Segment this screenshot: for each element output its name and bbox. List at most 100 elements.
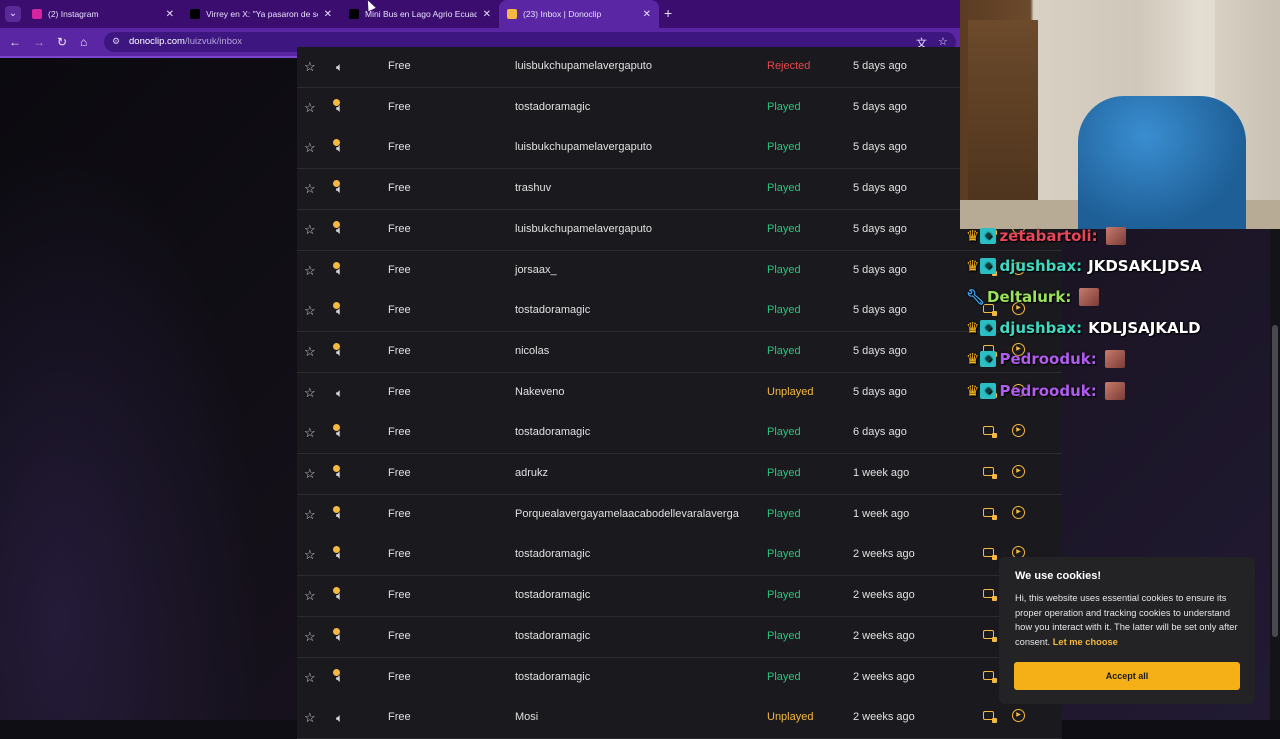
favorite-star-icon[interactable]: ☆ bbox=[304, 466, 316, 482]
speaker-icon[interactable]: 🔈︎ bbox=[333, 465, 343, 482]
add-to-queue-icon[interactable] bbox=[983, 426, 997, 439]
reload-icon[interactable]: ↻ bbox=[57, 34, 67, 50]
inbox-row[interactable]: ☆🔈︎FreetostadoramagicPlayed2 weeks ago▶ bbox=[297, 616, 1062, 658]
favorite-star-icon[interactable]: ☆ bbox=[304, 385, 316, 401]
speaker-icon[interactable]: 🔈︎ bbox=[333, 342, 343, 360]
add-to-queue-icon[interactable] bbox=[983, 507, 997, 520]
crown-icon: ♛ bbox=[966, 350, 980, 368]
inbox-row[interactable]: ☆ 🔈︎ Free tostadoramagic Played 6 days ago ▶ bbox=[297, 413, 1062, 455]
favorite-star-icon[interactable]: ☆ bbox=[304, 181, 316, 197]
speaker-icon[interactable]: 🔈︎ bbox=[333, 98, 343, 116]
status-label: Unplayed bbox=[767, 711, 814, 724]
add-to-queue-icon[interactable] bbox=[983, 670, 997, 683]
speaker-icon[interactable]: 🔈︎ bbox=[333, 627, 343, 645]
favorite-star-icon[interactable]: ☆ bbox=[304, 425, 316, 441]
favorite-star-icon[interactable]: ☆ bbox=[304, 629, 316, 645]
tab-search-chevron-icon[interactable]: ⌄ bbox=[5, 6, 21, 22]
tier-label: Free bbox=[388, 182, 411, 195]
chat-emote-icon bbox=[1104, 350, 1125, 368]
favorite-star-icon[interactable]: ☆ bbox=[304, 344, 316, 360]
accept-all-button[interactable]: Accept all bbox=[1014, 662, 1240, 690]
played-indicator-icon bbox=[333, 342, 340, 350]
inbox-row[interactable]: ☆ 🔈︎ Free adrukz Played 1 week ago ▶ bbox=[297, 454, 1062, 495]
favorite-star-icon[interactable]: ☆ bbox=[304, 222, 316, 238]
back-arrow-icon[interactable]: ← bbox=[9, 34, 21, 50]
speaker-icon[interactable]: 🔈︎ bbox=[336, 59, 343, 75]
browser-tab[interactable]: (23) Inbox | Donoclip ✕ bbox=[499, 0, 659, 28]
speaker-icon[interactable]: 🔈︎ bbox=[333, 261, 343, 279]
played-indicator-icon bbox=[333, 424, 340, 432]
speaker-icon[interactable]: 🔈︎ bbox=[333, 587, 343, 604]
timestamp: 2 weeks ago bbox=[853, 548, 915, 561]
speaker-icon[interactable]: 🔈︎ bbox=[333, 505, 343, 523]
played-indicator-icon bbox=[333, 587, 340, 595]
tab-close-icon[interactable]: ✕ bbox=[166, 9, 174, 20]
badge-icon: ◆ bbox=[980, 351, 997, 367]
favorite-star-icon[interactable]: ☆ bbox=[304, 710, 316, 726]
play-icon[interactable]: ▶ bbox=[1012, 465, 1025, 478]
home-icon[interactable]: ⌂ bbox=[80, 34, 87, 50]
let-me-choose-link[interactable]: Let me choose bbox=[1053, 637, 1118, 647]
tab-close-icon[interactable]: ✕ bbox=[324, 9, 332, 20]
scrollbar-thumb[interactable] bbox=[1272, 325, 1278, 637]
speaker-icon[interactable]: 🔈︎ bbox=[333, 220, 343, 238]
favorite-star-icon[interactable]: ☆ bbox=[304, 588, 316, 604]
new-tab-plus-icon[interactable]: + bbox=[664, 5, 672, 21]
inbox-row[interactable]: ☆🔈︎FreetostadoramagicPlayed5 days ago▶ bbox=[297, 87, 1062, 129]
add-to-queue-icon[interactable] bbox=[983, 711, 997, 724]
speaker-icon[interactable]: 🔈︎ bbox=[333, 139, 343, 156]
favorite-star-icon[interactable]: ☆ bbox=[304, 547, 316, 563]
inbox-row[interactable]: ☆ 🔈︎ Free luisbukchupamelavergaputo Rejected… bbox=[297, 47, 1062, 88]
sender-name: tostadoramagic bbox=[515, 670, 591, 683]
favorite-star-icon[interactable]: ☆ bbox=[304, 100, 316, 116]
speaker-icon[interactable]: 🔈︎ bbox=[333, 546, 343, 563]
play-icon[interactable]: ▶ bbox=[1012, 709, 1025, 723]
speaker-icon[interactable]: 🔈︎ bbox=[336, 385, 343, 401]
speaker-icon[interactable]: 🔈︎ bbox=[333, 302, 343, 319]
played-indicator-icon bbox=[333, 139, 340, 147]
inbox-row[interactable]: ☆ 🔈︎ Free jorsaax_ Played 5 days ago ▶ bbox=[297, 250, 1062, 292]
add-to-queue-icon[interactable] bbox=[983, 548, 997, 561]
inbox-row[interactable]: ☆🔈︎FreetostadoramagicPlayed5 days ago▶ bbox=[297, 291, 1062, 333]
speaker-icon[interactable]: 🔈︎ bbox=[333, 180, 343, 197]
browser-tab[interactable]: (2) Instagram ✕ bbox=[24, 0, 182, 28]
timestamp: 2 weeks ago bbox=[853, 711, 915, 724]
forward-arrow-icon[interactable]: → bbox=[33, 34, 45, 50]
inbox-row[interactable]: ☆ 🔈︎ Free luisbukchupamelavergaputo Played 5 … bbox=[297, 209, 1062, 251]
inbox-row[interactable]: ☆ 🔈︎ Free Porquealavergayamelaacabodellevar… bbox=[297, 494, 1062, 536]
tier-label: Free bbox=[388, 344, 411, 357]
crown-icon: ♛ bbox=[966, 382, 980, 400]
inbox-row[interactable]: ☆ 🔈︎ Free nicolas Played 5 days ago ▶ bbox=[297, 331, 1062, 373]
inbox-row[interactable]: ☆🔈︎FreetostadoramagicPlayed2 weeks ago▶ bbox=[297, 576, 1062, 618]
favorite-star-icon[interactable]: ☆ bbox=[304, 507, 316, 523]
tab-close-icon[interactable]: ✕ bbox=[483, 9, 491, 20]
speaker-icon[interactable]: 🔈︎ bbox=[336, 710, 343, 726]
chat-emote-icon bbox=[1079, 288, 1100, 306]
speaker-icon[interactable]: 🔈︎ bbox=[333, 668, 343, 686]
inbox-row[interactable]: ☆ 🔈︎ Free Mosi Unplayed 2 weeks ago ▶ bbox=[297, 698, 1062, 739]
add-to-queue-icon[interactable] bbox=[983, 589, 997, 602]
browser-tab[interactable]: Virrey en X: "Ya pasaron de ser ✕ bbox=[182, 0, 340, 28]
status-label: Played bbox=[767, 263, 801, 276]
chat-username: djushbax bbox=[999, 257, 1077, 275]
inbox-row[interactable]: ☆🔈︎FreetrashuvPlayed5 days ago▶ bbox=[297, 169, 1062, 211]
inbox-row[interactable]: ☆🔈︎FreetostadoramagicPlayed2 weeks ago▶ bbox=[297, 657, 1062, 699]
play-icon[interactable]: ▶ bbox=[1012, 505, 1025, 519]
favorite-star-icon[interactable]: ☆ bbox=[304, 670, 316, 686]
favorite-star-icon[interactable]: ☆ bbox=[304, 140, 316, 156]
play-icon[interactable]: ▶ bbox=[1012, 424, 1025, 438]
page-scrollbar[interactable] bbox=[1270, 229, 1280, 720]
favorite-star-icon[interactable]: ☆ bbox=[304, 263, 316, 279]
tab-close-icon[interactable]: ✕ bbox=[643, 9, 651, 20]
add-to-queue-icon[interactable] bbox=[983, 467, 997, 479]
inbox-row[interactable]: ☆ 🔈︎ Free Nakeveno Unplayed 5 days ago ▶ bbox=[297, 372, 1062, 414]
sender-name: nicolas bbox=[515, 344, 550, 357]
inbox-row[interactable]: ☆ 🔈︎ Free luisbukchupamelavergaputo Played 5 … bbox=[297, 128, 1062, 170]
favorite-star-icon[interactable]: ☆ bbox=[304, 59, 316, 75]
speaker-icon[interactable]: 🔈︎ bbox=[333, 424, 343, 441]
add-to-queue-icon[interactable] bbox=[983, 629, 997, 642]
site-info-icon[interactable]: ⚙ bbox=[112, 36, 120, 47]
url-text[interactable]: donoclip.com/luizvuk/inbox bbox=[129, 36, 242, 47]
favorite-star-icon[interactable]: ☆ bbox=[304, 303, 316, 319]
inbox-row[interactable]: ☆🔈︎FreetostadoramagicPlayed2 weeks ago▶ bbox=[297, 535, 1062, 577]
